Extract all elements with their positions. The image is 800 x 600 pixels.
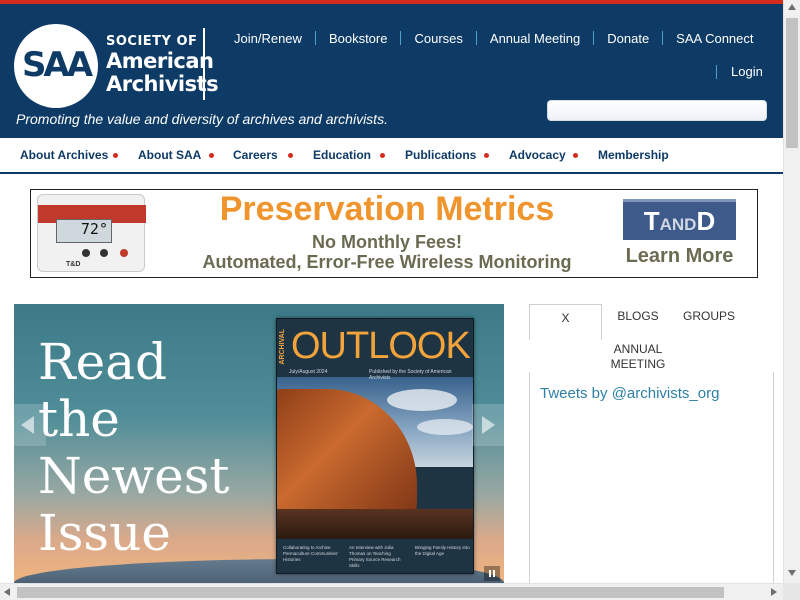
logo-divider [203,28,205,100]
cover-publisher: Published by the Society of American Arc… [369,369,452,381]
cover-ground [277,509,473,539]
tab-annual-meeting-line2: MEETING [610,357,666,371]
util-link-courses[interactable]: Courses [414,31,462,46]
util-link-saa-connect[interactable]: SAA Connect [676,31,753,46]
device-screen: 72° [56,219,112,243]
tab-groups[interactable]: GROUPS [678,309,740,323]
nav-advocacy[interactable]: Advocacy [509,148,566,162]
horizontal-scroll-thumb[interactable] [17,587,724,598]
util-link-donate[interactable]: Donate [607,31,649,46]
nav-bullet [380,153,385,158]
magazine-cover: ARCHIVAL OUTLOOK July/August 2024 Publis… [276,318,474,574]
scrollbar-corner [783,583,800,600]
util-link-annual-meeting[interactable]: Annual Meeting [490,31,580,46]
cover-feature: An Interview with Julia Thomas on Teachi… [349,545,401,568]
tab-annual-meeting[interactable]: ANNUAL MEETING [606,342,670,372]
ad-line-2: Automated, Error-Free Wireless Monitorin… [202,252,572,272]
util-separator [475,31,477,45]
login-link[interactable]: Login [731,64,763,79]
search-input[interactable] [547,100,767,121]
tandd-logo-and: AND [659,215,697,234]
tweets-link[interactable]: Tweets by @archivists_org [540,385,719,402]
util-link-bookstore[interactable]: Bookstore [329,31,388,46]
hero-line: Read [38,333,168,391]
tandd-ad-banner[interactable]: 72° T&D Preservation Metrics No Monthly … [30,189,758,278]
cover-cloud [417,419,473,435]
util-separator [593,31,595,45]
login-area: Login [716,64,763,79]
hero-slider[interactable]: Read the Newest Issue ARCHIVAL OUTLOOK J… [14,304,504,583]
cover-title: OUTLOOK [291,325,471,367]
nav-bullet [288,153,293,158]
cover-cloud [387,389,457,411]
ad-title: Preservation Metrics [219,190,555,228]
browser-viewport: SAA SOCIETY OF American Archivists Promo… [0,0,783,583]
data-logger-image: 72° T&D [37,194,146,272]
cover-feature: Collaborating to Archive Permaculture Co… [283,545,339,562]
site-header: SAA SOCIETY OF American Archivists Promo… [0,4,783,138]
ad-learn-more: Learn More [625,245,734,267]
slider-next-button[interactable] [472,404,504,446]
logo-text-american: American [106,49,214,73]
utility-nav: Join/Renew Bookstore Courses Annual Meet… [234,30,754,46]
logo-text-archivists: Archivists [106,72,219,96]
tandd-logo: TANDD [623,199,736,240]
nav-publications[interactable]: Publications [405,148,476,162]
util-separator [314,31,316,45]
nav-bullet [484,153,489,158]
hero-line: Issue [38,504,171,562]
cover-series: ARCHIVAL [279,329,286,365]
nav-careers[interactable]: Careers [233,148,278,162]
nav-about-archives[interactable]: About Archives [20,148,108,162]
ad-line-1: No Monthly Fees! [311,232,462,252]
tandd-logo-t: T [643,206,660,236]
site-tagline: Promoting the value and diversity of arc… [16,111,388,127]
vertical-scroll-thumb[interactable] [786,18,798,148]
hero-line: Newest [38,447,230,505]
tab-blogs[interactable]: BLOGS [606,309,670,323]
device-button [120,249,128,257]
nav-bullet [209,153,214,158]
scroll-right-arrow-icon[interactable] [771,588,777,596]
logo-letters: SAA [21,45,93,85]
util-separator [716,64,717,79]
nav-bullet [113,153,118,158]
tab-panel [529,372,774,583]
tab-annual-meeting-line1: ANNUAL [613,342,663,356]
tab-x[interactable]: X [529,304,602,340]
tandd-logo-d: D [696,206,716,236]
main-nav: About Archives About SAA Careers Educati… [0,138,783,174]
nav-about-saa[interactable]: About SAA [138,148,201,162]
util-separator [662,31,664,45]
util-link-join-renew[interactable]: Join/Renew [234,31,302,46]
scroll-down-arrow-icon[interactable] [788,570,796,576]
device-button [100,249,108,257]
scroll-left-arrow-icon[interactable] [4,588,10,596]
nav-membership[interactable]: Membership [598,148,669,162]
horizontal-scrollbar[interactable] [0,583,783,600]
cover-footer: Collaborating to Archive Permaculture Co… [277,539,473,573]
util-separator [400,31,402,45]
nav-bullet [573,153,578,158]
device-mark: T&D [66,261,81,268]
hero-line: the [38,390,120,448]
cover-feature: Bringing Family History into the Digital… [415,545,470,556]
cover-issue: July/August 2024 [289,369,328,375]
scroll-up-arrow-icon[interactable] [788,4,796,10]
vertical-scrollbar[interactable] [783,0,800,583]
slider-prev-button[interactable] [14,404,46,446]
slider-pause-button[interactable] [484,566,500,581]
logo-text-society: SOCIETY OF [106,34,198,49]
nav-education[interactable]: Education [313,148,371,162]
device-button [82,249,90,257]
hero-headline: Read the Newest Issue [38,334,229,562]
